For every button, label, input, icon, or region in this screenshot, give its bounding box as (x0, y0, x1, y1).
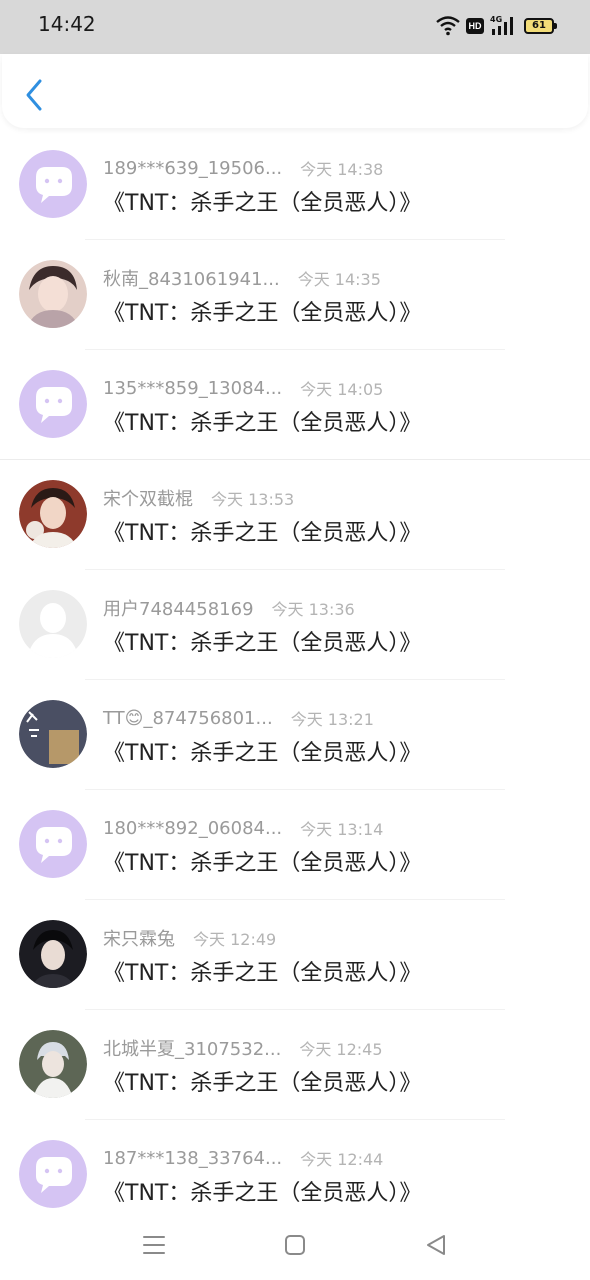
list-item[interactable]: 180***892_06084... 今天 13:14 《TNT：杀手之王（全员… (0, 790, 590, 900)
message-meta: 189***639_19506... 今天 14:38 (103, 156, 383, 180)
timestamp: 今天 12:49 (193, 930, 277, 949)
message-meta: 宋个双截棍 今天 13:53 (103, 486, 294, 510)
username[interactable]: 宋只霖兔 (103, 925, 175, 951)
avatar[interactable] (19, 920, 87, 988)
home-button[interactable] (282, 1232, 308, 1258)
username[interactable]: 宋个双截棍 (103, 485, 193, 511)
message-list: 189***639_19506... 今天 14:38 《TNT：杀手之王（全员… (0, 130, 590, 1210)
blank-person-avatar-icon (19, 590, 87, 658)
username[interactable]: TT😊_874756801... (103, 708, 273, 729)
message-text: 《TNT：杀手之王（全员恶人）》 (103, 191, 422, 216)
username[interactable]: 180***892_06084... (103, 818, 282, 839)
username[interactable]: 187***138_33764... (103, 1148, 282, 1169)
signal-4g-icon: 4G (490, 15, 518, 37)
avatar[interactable] (19, 480, 87, 548)
message-meta: 宋只霖兔 今天 12:49 (103, 926, 276, 950)
list-item[interactable]: 189***639_19506... 今天 14:38 《TNT：杀手之王（全员… (0, 130, 590, 240)
message-text: 《TNT：杀手之王（全员恶人）》 (103, 741, 422, 766)
back-triangle-icon (427, 1235, 445, 1255)
message-meta: 187***138_33764... 今天 12:44 (103, 1146, 383, 1170)
list-item[interactable]: TT😊_874756801... 今天 13:21 《TNT：杀手之王（全员恶人… (0, 680, 590, 790)
status-bar: 14:42 HD 4G 61 (0, 0, 590, 54)
message-text: 《TNT：杀手之王（全员恶人）》 (103, 851, 422, 876)
status-time: 14:42 (38, 12, 96, 36)
message-meta: 180***892_06084... 今天 13:14 (103, 816, 383, 840)
timestamp: 今天 13:36 (271, 600, 355, 619)
message-text: 《TNT：杀手之王（全员恶人）》 (103, 631, 422, 656)
home-square-icon (285, 1235, 305, 1255)
default-chat-avatar-icon (19, 370, 87, 438)
list-item[interactable]: 187***138_33764... 今天 12:44 《TNT：杀手之王（全员… (0, 1120, 590, 1210)
avatar[interactable] (19, 370, 87, 438)
nav-back-button[interactable] (423, 1232, 449, 1258)
message-meta: 135***859_13084... 今天 14:05 (103, 376, 383, 400)
battery-icon: 61 (524, 18, 557, 34)
default-chat-avatar-icon (19, 150, 87, 218)
avatar[interactable] (19, 150, 87, 218)
list-item[interactable]: 秋南_8431061941... 今天 14:35 《TNT：杀手之王（全员恶人… (0, 240, 590, 350)
message-text: 《TNT：杀手之王（全员恶人）》 (103, 301, 422, 326)
avatar[interactable] (19, 590, 87, 658)
default-chat-avatar-icon (19, 1140, 87, 1208)
timestamp: 今天 14:38 (300, 160, 384, 179)
wifi-icon (436, 16, 460, 36)
avatar[interactable] (19, 810, 87, 878)
avatar[interactable] (19, 700, 87, 768)
message-meta: TT😊_874756801... 今天 13:21 (103, 706, 374, 730)
timestamp: 今天 14:05 (300, 380, 384, 399)
username[interactable]: 秋南_8431061941... (103, 265, 280, 291)
list-item[interactable]: 宋只霖兔 今天 12:49 《TNT：杀手之王（全员恶人）》 (0, 900, 590, 1010)
timestamp: 今天 13:21 (290, 710, 374, 729)
message-text: 《TNT：杀手之王（全员恶人）》 (103, 521, 422, 546)
hd-icon: HD (466, 18, 484, 34)
photo-avatar-icon (19, 700, 87, 768)
message-text: 《TNT：杀手之王（全员恶人）》 (103, 411, 422, 436)
timestamp: 今天 12:44 (300, 1150, 384, 1169)
chevron-left-icon (26, 79, 42, 111)
username[interactable]: 北城半夏_3107532... (103, 1035, 281, 1061)
message-text: 《TNT：杀手之王（全员恶人）》 (103, 1181, 422, 1206)
username[interactable]: 189***639_19506... (103, 158, 282, 179)
list-item[interactable]: 北城半夏_3107532... 今天 12:45 《TNT：杀手之王（全员恶人）… (0, 1010, 590, 1120)
avatar[interactable] (19, 260, 87, 328)
timestamp: 今天 14:35 (297, 270, 381, 289)
status-icons: HD 4G 61 (436, 14, 557, 38)
timestamp: 今天 13:53 (211, 490, 295, 509)
message-meta: 用户7484458169 今天 13:36 (103, 596, 355, 620)
avatar[interactable] (19, 1140, 87, 1208)
list-item[interactable]: 用户7484458169 今天 13:36 《TNT：杀手之王（全员恶人）》 (0, 570, 590, 680)
default-chat-avatar-icon (19, 810, 87, 878)
message-text: 《TNT：杀手之王（全员恶人）》 (103, 961, 422, 986)
timestamp: 今天 13:14 (300, 820, 384, 839)
message-meta: 北城半夏_3107532... 今天 12:45 (103, 1036, 383, 1060)
message-text: 《TNT：杀手之王（全员恶人）》 (103, 1071, 422, 1096)
top-app-bar (2, 54, 588, 128)
photo-avatar-icon (19, 260, 87, 328)
list-item[interactable]: 135***859_13084... 今天 14:05 《TNT：杀手之王（全员… (0, 350, 590, 460)
photo-avatar-icon (19, 1030, 87, 1098)
menu-icon (143, 1236, 165, 1254)
photo-avatar-icon (19, 920, 87, 988)
photo-avatar-icon (19, 480, 87, 548)
username[interactable]: 用户7484458169 (103, 595, 254, 621)
username[interactable]: 135***859_13084... (103, 378, 282, 399)
timestamp: 今天 12:45 (299, 1040, 383, 1059)
back-button[interactable] (20, 78, 48, 112)
list-item[interactable]: 宋个双截棍 今天 13:53 《TNT：杀手之王（全员恶人）》 (0, 460, 590, 570)
menu-button[interactable] (141, 1232, 167, 1258)
message-meta: 秋南_8431061941... 今天 14:35 (103, 266, 381, 290)
system-nav-bar (0, 1210, 590, 1280)
avatar[interactable] (19, 1030, 87, 1098)
